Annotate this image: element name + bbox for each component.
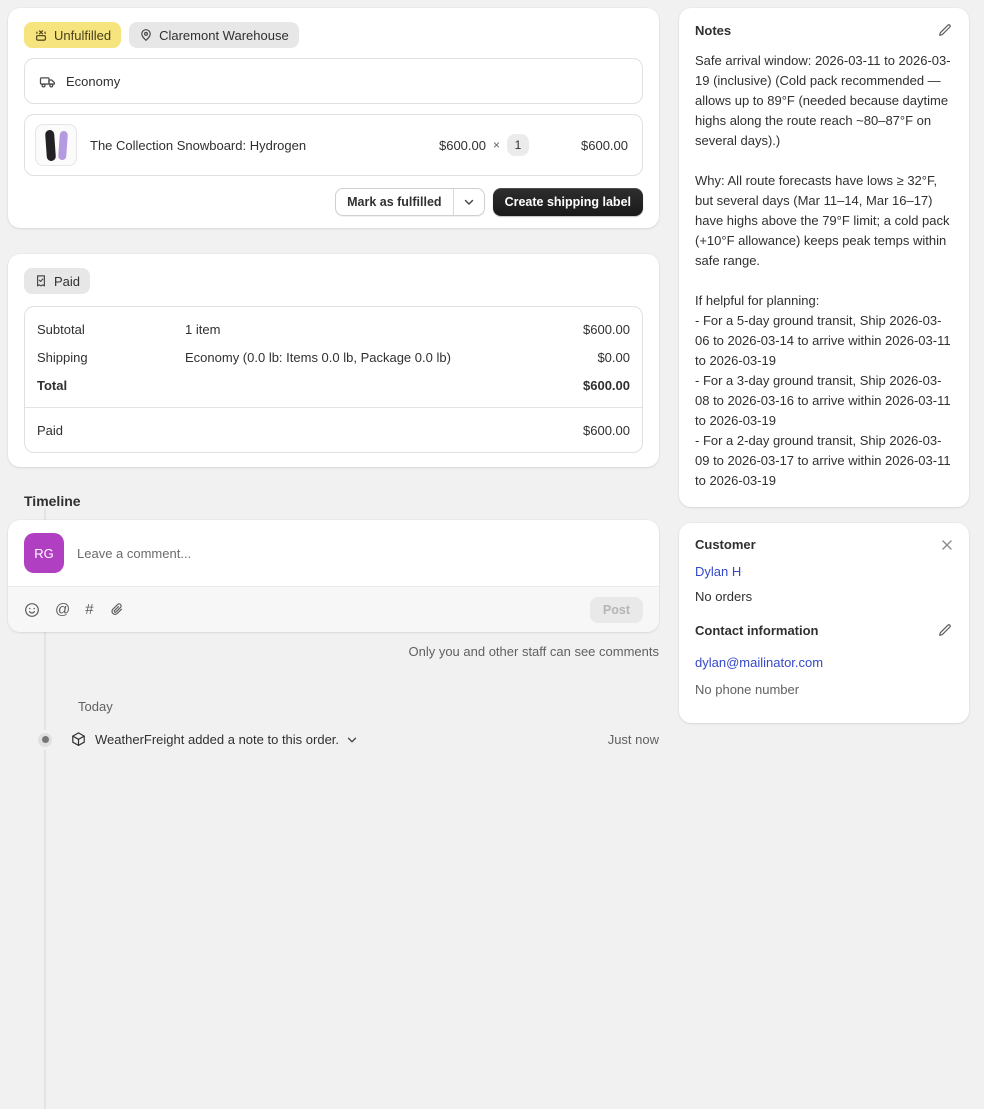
- timeline-event-time: Just now: [608, 732, 659, 747]
- hashtag-icon[interactable]: #: [85, 602, 93, 617]
- notes-header: Notes: [695, 22, 953, 38]
- contact-information-title: Contact information: [695, 623, 819, 638]
- notes-title: Notes: [695, 23, 731, 38]
- notes-card: Notes Safe arrival window: 2026-03-11 to…: [679, 8, 969, 507]
- unfulfilled-status-label: Unfulfilled: [54, 28, 111, 43]
- customer-name-link[interactable]: Dylan H: [695, 564, 741, 579]
- comment-toolbar: @ # Post: [8, 586, 659, 632]
- subtotal-label: Subtotal: [37, 322, 185, 337]
- comment-visibility-note: Only you and other staff can see comment…: [8, 644, 659, 659]
- unfulfilled-status-badge: Unfulfilled: [24, 22, 121, 48]
- snowboard-purple-graphic: [58, 131, 68, 160]
- product-thumbnail[interactable]: [35, 124, 77, 166]
- comment-input[interactable]: [77, 546, 643, 561]
- timeline-event-row: WeatherFreight added a note to this orde…: [8, 731, 659, 748]
- mark-as-fulfilled-label[interactable]: Mark as fulfilled: [336, 189, 452, 215]
- paid-row-label: Paid: [37, 423, 185, 438]
- location-badge: Claremont Warehouse: [129, 22, 299, 48]
- total-label: Total: [37, 378, 185, 393]
- comment-composer-card: RG @ # P: [8, 520, 659, 632]
- subtotal-amount: $600.00: [583, 322, 630, 337]
- contact-information-header: Contact information: [695, 622, 953, 638]
- line-item-row: The Collection Snowboard: Hydrogen $600.…: [24, 114, 643, 176]
- customer-email-row: dylan@mailinator.com: [695, 655, 953, 670]
- create-shipping-label-button[interactable]: Create shipping label: [493, 188, 643, 216]
- timeline-section: Timeline RG @ #: [8, 493, 659, 748]
- main-column: Unfulfilled Claremont Warehouse: [8, 8, 659, 748]
- unfulfilled-icon: [34, 28, 48, 42]
- order-totals-box: Subtotal 1 item $600.00 Shipping Economy…: [24, 306, 643, 453]
- product-title-link[interactable]: The Collection Snowboard: Hydrogen: [90, 138, 426, 153]
- snowboard-dark-graphic: [45, 130, 56, 162]
- customer-email-link[interactable]: dylan@mailinator.com: [695, 655, 823, 670]
- shipping-method-row: Economy: [24, 58, 643, 104]
- customer-header: Customer: [695, 537, 953, 552]
- fulfillment-badges-row: Unfulfilled Claremont Warehouse: [24, 22, 643, 48]
- customer-name-row: Dylan H: [695, 564, 953, 579]
- location-pin-icon: [139, 28, 153, 42]
- timeline-heading: Timeline: [8, 493, 659, 509]
- paid-row: Paid $600.00: [25, 408, 642, 452]
- total-amount: $600.00: [583, 378, 630, 393]
- timeline-event-dot: [35, 730, 55, 750]
- mark-as-fulfilled-button[interactable]: Mark as fulfilled: [335, 188, 484, 216]
- unit-price: $600.00: [439, 138, 486, 153]
- customer-title: Customer: [695, 537, 756, 552]
- paid-status-badge: Paid: [24, 268, 90, 294]
- multiply-glyph: ×: [493, 138, 500, 152]
- subtotal-detail: 1 item: [185, 322, 583, 337]
- paid-row-amount: $600.00: [583, 423, 630, 438]
- avatar: RG: [24, 533, 64, 573]
- notes-edit-pencil-icon[interactable]: [937, 22, 953, 38]
- customer-orders-summary: No orders: [695, 589, 953, 604]
- post-button[interactable]: Post: [590, 597, 643, 623]
- shipping-row: Shipping Economy (0.0 lb: Items 0.0 lb, …: [25, 343, 642, 371]
- location-badge-label: Claremont Warehouse: [159, 28, 289, 43]
- mark-as-fulfilled-chevron-down-icon[interactable]: [454, 189, 484, 215]
- timeline-event-text: WeatherFreight added a note to this orde…: [95, 732, 339, 747]
- timeline-today-label: Today: [8, 699, 659, 714]
- delivery-truck-icon: [39, 73, 56, 90]
- notes-body-text: Safe arrival window: 2026-03-11 to 2026-…: [695, 51, 953, 491]
- line-item-total: $600.00: [542, 138, 628, 153]
- total-row: Total $600.00: [25, 371, 642, 399]
- fulfillment-card: Unfulfilled Claremont Warehouse: [8, 8, 659, 228]
- customer-phone: No phone number: [695, 682, 953, 697]
- fulfillment-actions-row: Mark as fulfilled Create shipping label: [24, 188, 643, 216]
- comment-input-row: RG: [8, 520, 659, 586]
- package-cube-icon: [70, 731, 87, 748]
- attachment-paperclip-icon[interactable]: [109, 602, 125, 618]
- shipping-detail: Economy (0.0 lb: Items 0.0 lb, Package 0…: [185, 350, 597, 365]
- shipping-label: Shipping: [37, 350, 185, 365]
- subtotal-row: Subtotal 1 item $600.00: [25, 315, 642, 343]
- mention-icon[interactable]: @: [55, 602, 70, 617]
- unit-price-group: $600.00 × 1: [439, 134, 529, 156]
- side-column: Notes Safe arrival window: 2026-03-11 to…: [679, 8, 969, 739]
- receipt-paid-icon: [34, 274, 48, 288]
- quantity-pill: 1: [507, 134, 529, 156]
- event-chevron-down-icon[interactable]: [347, 735, 357, 745]
- paid-status-label: Paid: [54, 274, 80, 289]
- customer-close-icon[interactable]: [941, 539, 953, 551]
- contact-edit-pencil-icon[interactable]: [937, 622, 953, 638]
- shipping-method-label: Economy: [66, 74, 120, 89]
- customer-card: Customer Dylan H No orders Contact infor…: [679, 523, 969, 723]
- shipping-amount: $0.00: [597, 350, 630, 365]
- payment-card: Paid Subtotal 1 item $600.00 Shipping Ec…: [8, 254, 659, 467]
- totals-rows: Subtotal 1 item $600.00 Shipping Economy…: [25, 307, 642, 407]
- emoji-icon[interactable]: [24, 602, 40, 618]
